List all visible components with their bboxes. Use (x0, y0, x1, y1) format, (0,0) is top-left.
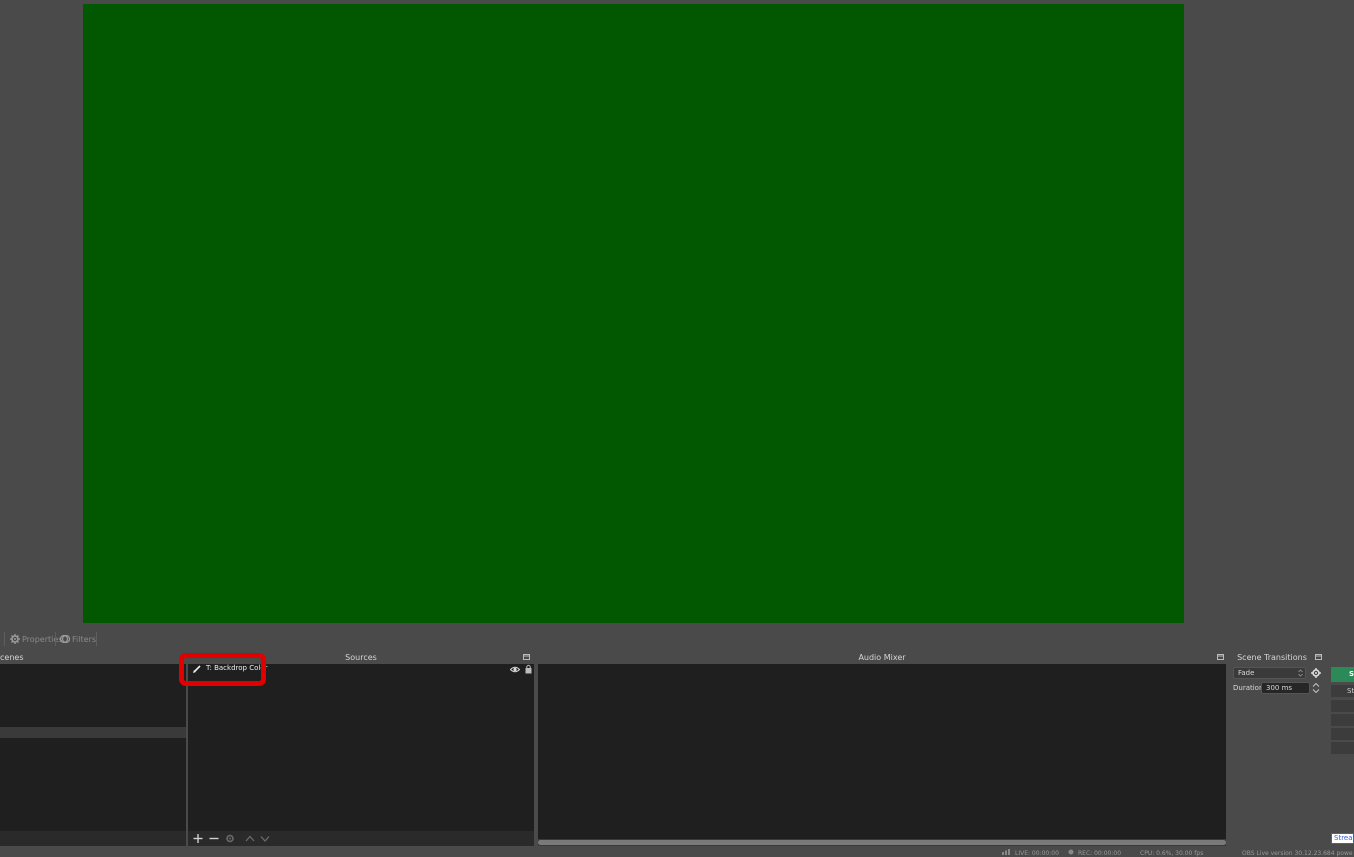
transition-gear-icon[interactable] (1311, 668, 1321, 678)
visibility-eye-icon[interactable] (510, 666, 520, 673)
filters-button[interactable]: Filters (60, 633, 96, 645)
filters-label: Filters (72, 634, 96, 644)
lock-icon[interactable] (525, 664, 532, 674)
scenes-dock-title: cenes (0, 653, 24, 662)
scenes-list-item[interactable] (0, 727, 186, 738)
add-icon[interactable] (192, 833, 204, 844)
control-button[interactable] (1331, 742, 1354, 754)
undock-icon[interactable] (1217, 654, 1224, 660)
source-toolbar: Properties Filters (0, 630, 1354, 648)
record-dot-icon (1068, 849, 1074, 855)
network-icon (1002, 849, 1010, 855)
scenes-list[interactable] (0, 664, 186, 831)
control-button[interactable] (1331, 728, 1354, 740)
undock-icon[interactable] (523, 654, 530, 660)
transition-select[interactable]: Fade (1233, 667, 1306, 679)
duration-input[interactable]: 300 ms (1261, 682, 1310, 694)
duration-row: Duration 300 ms (1233, 682, 1320, 694)
undock-icon[interactable] (1315, 654, 1322, 660)
toolbar-divider (4, 632, 5, 646)
filter-icon (60, 634, 70, 644)
sources-controls-bar (188, 831, 534, 846)
status-bar: LIVE: 00:00:00 REC: 00:00:00 CPU: 0.6%, … (0, 848, 1354, 857)
chevron-up-icon[interactable] (244, 833, 256, 844)
duration-label: Duration (1233, 684, 1264, 692)
gear-icon[interactable] (224, 833, 236, 844)
chevron-down-icon[interactable] (259, 833, 271, 844)
select-arrows-icon (1298, 669, 1303, 677)
preview-canvas[interactable] (83, 4, 1184, 623)
sources-list[interactable] (188, 664, 534, 831)
properties-label: Properties (22, 634, 63, 644)
audio-mixer-panel (538, 664, 1226, 839)
start-recording-button[interactable]: St (1331, 685, 1354, 697)
control-button[interactable] (1331, 700, 1354, 712)
duration-spinner-icon[interactable] (1312, 682, 1320, 694)
scenes-controls-bar (0, 831, 186, 846)
scene-transitions-dock-title: Scene Transitions (1237, 653, 1307, 662)
stream-button[interactable]: Stream (1331, 833, 1354, 844)
audio-mixer-dock-title: Audio Mixer (858, 653, 906, 662)
control-button[interactable] (1331, 714, 1354, 726)
start-streaming-button[interactable]: S (1331, 667, 1354, 682)
audio-mixer-scrollbar[interactable] (538, 839, 1226, 846)
transition-row: Fade (1233, 667, 1321, 679)
toolbar-divider (55, 632, 56, 646)
remove-icon[interactable] (208, 833, 220, 844)
source-highlight-box (179, 653, 266, 686)
scrollbar-thumb[interactable] (538, 840, 1226, 845)
gear-icon (10, 634, 20, 644)
toolbar-divider (96, 632, 97, 646)
